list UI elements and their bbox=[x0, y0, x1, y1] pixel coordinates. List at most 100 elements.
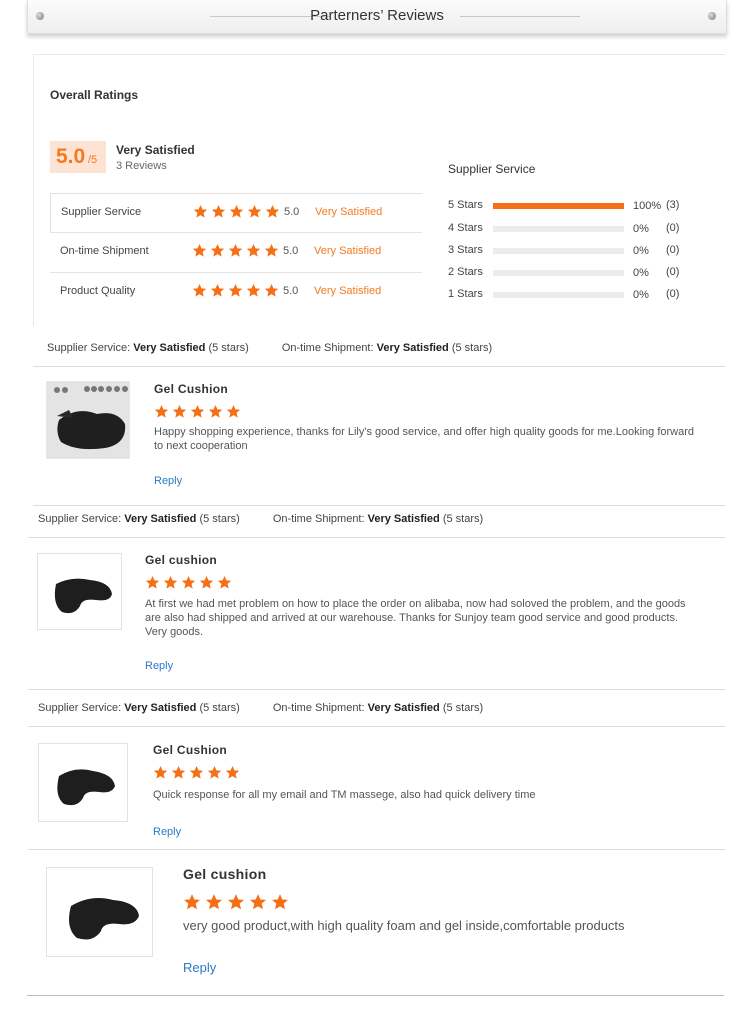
histogram-label: 3 Stars bbox=[448, 244, 483, 256]
page-title: Parterners’ Reviews bbox=[310, 7, 444, 24]
product-title[interactable]: Gel cushion bbox=[145, 553, 217, 567]
histogram-row: 1 Stars 0% (0) bbox=[448, 287, 718, 301]
reply-link[interactable]: Reply bbox=[145, 660, 173, 672]
reply-link[interactable]: Reply bbox=[154, 475, 182, 487]
star-rating bbox=[192, 283, 282, 301]
star-icon bbox=[210, 283, 225, 297]
rating-row-supplier-service: Supplier Service 5.0 Very Satisfied bbox=[50, 193, 422, 233]
rating-satisfaction: Very Satisfied bbox=[315, 206, 383, 218]
divider bbox=[28, 537, 725, 538]
histogram-count: (0) bbox=[666, 266, 680, 278]
review-text: Happy shopping experience, thanks for Li… bbox=[154, 426, 694, 452]
star-icon bbox=[264, 243, 279, 257]
star-icon bbox=[172, 404, 187, 418]
histogram-track bbox=[493, 203, 624, 209]
star-icon bbox=[153, 765, 168, 779]
histogram-row: 5 Stars 100% (3) bbox=[448, 198, 718, 212]
rating-label: Supplier Service bbox=[61, 206, 142, 218]
histogram-label: 2 Stars bbox=[448, 266, 483, 278]
star-rating bbox=[183, 893, 293, 911]
histogram-percent: 0% bbox=[633, 267, 649, 279]
star-icon bbox=[265, 204, 280, 218]
star-icon bbox=[211, 204, 226, 218]
star-icon bbox=[192, 243, 207, 257]
star-icon bbox=[228, 283, 243, 297]
histogram-track bbox=[493, 292, 624, 298]
histogram-label: 5 Stars bbox=[448, 199, 483, 211]
histogram-count: (3) bbox=[666, 199, 680, 211]
star-icon bbox=[154, 404, 169, 418]
histogram-row: 2 Stars 0% (0) bbox=[448, 265, 718, 279]
star-rating bbox=[192, 243, 282, 261]
review-meta: Supplier Service: Very Satisfied (5 star… bbox=[38, 513, 483, 525]
star-icon bbox=[171, 765, 186, 779]
product-title[interactable]: Gel Cushion bbox=[154, 382, 228, 396]
histogram-track bbox=[493, 270, 624, 276]
meta-supplier-stars: (5 stars) bbox=[199, 702, 240, 714]
product-thumbnail[interactable] bbox=[46, 867, 153, 957]
rating-satisfaction: Very Satisfied bbox=[314, 285, 382, 297]
star-icon bbox=[163, 575, 178, 589]
cushion-image bbox=[47, 382, 129, 458]
meta-shipment-value: Very Satisfied bbox=[367, 513, 440, 525]
star-rating bbox=[193, 204, 283, 222]
meta-supplier-value: Very Satisfied bbox=[133, 342, 206, 354]
rating-row-product-quality: Product Quality 5.0 Very Satisfied bbox=[50, 273, 422, 313]
review-count: 3 Reviews bbox=[116, 160, 167, 172]
overall-satisfaction: Very Satisfied bbox=[116, 143, 195, 157]
cushion-image bbox=[54, 578, 112, 614]
rating-score: 5.0 bbox=[283, 285, 299, 297]
cushion-image bbox=[69, 898, 139, 940]
star-icon bbox=[210, 243, 225, 257]
histogram-percent: 0% bbox=[633, 289, 649, 301]
pin-icon bbox=[708, 12, 716, 20]
meta-shipment-value: Very Satisfied bbox=[376, 342, 449, 354]
star-icon bbox=[181, 575, 196, 589]
histogram-track bbox=[493, 248, 624, 254]
histogram-label: 4 Stars bbox=[448, 222, 483, 234]
histogram-count: (0) bbox=[666, 222, 680, 234]
product-thumbnail[interactable] bbox=[46, 381, 130, 459]
star-rating bbox=[153, 765, 243, 783]
meta-shipment-label: On-time Shipment: bbox=[272, 513, 365, 525]
overall-ratings-title: Overall Ratings bbox=[50, 88, 139, 102]
meta-shipment-label: On-time Shipment: bbox=[272, 702, 365, 714]
reply-link[interactable]: Reply bbox=[153, 826, 181, 838]
product-thumbnail[interactable] bbox=[37, 553, 122, 630]
star-icon bbox=[225, 765, 240, 779]
product-thumbnail[interactable] bbox=[38, 743, 128, 822]
star-icon bbox=[249, 894, 267, 910]
star-icon bbox=[205, 894, 223, 910]
reply-link[interactable]: Reply bbox=[183, 960, 216, 975]
star-icon bbox=[190, 404, 205, 418]
overall-ratings-panel: Overall Ratings 5.0 /5 Very Satisfied 3 … bbox=[33, 54, 725, 326]
histogram-title: Supplier Service bbox=[448, 162, 536, 176]
histogram-percent: 100% bbox=[633, 200, 662, 212]
histogram-track bbox=[493, 226, 624, 232]
meta-shipment-stars: (5 stars) bbox=[442, 513, 484, 525]
review-text: very good product,with high quality foam… bbox=[183, 918, 625, 933]
product-title[interactable]: Gel Cushion bbox=[153, 743, 227, 757]
overall-score-max: /5 bbox=[88, 154, 98, 166]
overall-score: 5.0 bbox=[56, 145, 86, 168]
star-icon bbox=[217, 575, 232, 589]
divider bbox=[28, 726, 725, 727]
histogram-row: 3 Stars 0% (0) bbox=[448, 243, 718, 257]
rating-rows: Supplier Service 5.0 Very Satisfied On-t… bbox=[50, 193, 422, 313]
star-icon bbox=[208, 404, 223, 418]
divider bbox=[28, 849, 725, 850]
meta-shipment-stars: (5 stars) bbox=[442, 702, 484, 714]
divider bbox=[460, 16, 580, 17]
divider bbox=[27, 995, 724, 996]
rating-row-on-time-shipment: On-time Shipment 5.0 Very Satisfied bbox=[50, 233, 422, 273]
rating-label: Product Quality bbox=[60, 285, 136, 297]
star-icon bbox=[199, 575, 214, 589]
star-icon bbox=[264, 283, 279, 297]
star-icon bbox=[192, 283, 207, 297]
rating-label: On-time Shipment bbox=[60, 245, 149, 257]
histogram-fill bbox=[493, 203, 624, 209]
product-title[interactable]: Gel cushion bbox=[183, 866, 266, 882]
star-icon bbox=[246, 243, 261, 257]
review-meta: Supplier Service: Very Satisfied (5 star… bbox=[47, 342, 492, 354]
rating-score: 5.0 bbox=[284, 206, 300, 218]
